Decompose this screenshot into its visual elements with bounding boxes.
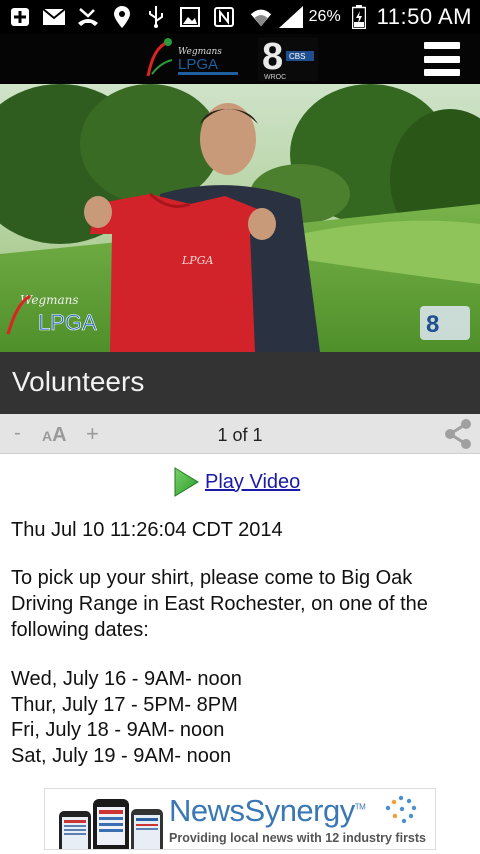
- svg-text:8: 8: [262, 37, 283, 78]
- wifi-icon: [249, 5, 273, 29]
- svg-text:WROC: WROC: [264, 74, 286, 81]
- clock: 11:50 AM: [376, 4, 472, 29]
- svg-text:LPGA: LPGA: [38, 310, 97, 335]
- status-bar: 26% 11:50 AM: [0, 0, 480, 34]
- hamburger-menu-icon[interactable]: [424, 42, 460, 76]
- share-icon[interactable]: [442, 418, 474, 450]
- schedule-item: Sat, July 19 - 9AM- noon: [11, 744, 232, 767]
- phones-image: [57, 795, 167, 849]
- nfc-icon: [212, 5, 236, 29]
- article-title: Volunteers: [12, 366, 145, 397]
- article-toolbar: - AA + 1 of 1: [0, 414, 480, 454]
- ad-brand-name: NewsSynergy: [169, 793, 355, 828]
- video-thumbnail[interactable]: LPGA Wegmans LPGA 8: [0, 84, 480, 352]
- app-header: Wegmans LPGA 8 CBS WROC: [0, 34, 480, 84]
- svg-text:LPGA: LPGA: [181, 254, 213, 267]
- page-indicator: 1 of 1: [217, 425, 263, 445]
- notification-icons: [8, 4, 236, 30]
- article-body: To pick up your shirt, please come to Bi…: [11, 567, 428, 641]
- schedule-item: Thur, July 17 - 5PM- 8PM: [11, 693, 238, 716]
- mail-icon: [42, 5, 66, 29]
- menu-bar: [424, 69, 460, 76]
- article-date: Thu Jul 10 11:26:04 CDT 2014: [11, 519, 283, 541]
- dots-logo-icon: [381, 794, 419, 828]
- location-icon: [110, 5, 134, 29]
- plus-icon: [8, 5, 32, 29]
- menu-bar: [424, 55, 460, 63]
- wroc-8-logo[interactable]: 8 CBS WROC: [258, 36, 318, 81]
- battery-icon: [347, 5, 371, 29]
- image-icon: [178, 5, 202, 29]
- signal-icon: [278, 5, 303, 29]
- ad-banner[interactable]: NewsSynergyTM Providing local news with …: [44, 788, 436, 850]
- svg-text:CBS: CBS: [289, 52, 305, 61]
- missed-call-icon: [76, 5, 100, 29]
- article-title-band: Volunteers: [0, 352, 480, 414]
- trademark-mark: TM: [354, 802, 366, 812]
- video-frame-image: LPGA Wegmans LPGA 8: [0, 84, 480, 352]
- svg-text:8: 8: [426, 311, 439, 338]
- status-indicators: 26% 11:50 AM: [249, 2, 472, 32]
- schedule-list: Wed, July 16 - 9AM- noon Thur, July 17 -…: [11, 667, 242, 769]
- svg-text:LPGA: LPGA: [178, 56, 218, 73]
- usb-icon: [144, 5, 168, 29]
- menu-bar: [424, 42, 460, 49]
- play-video-row[interactable]: Play Video: [173, 465, 300, 499]
- ad-brand: NewsSynergyTM: [169, 793, 366, 829]
- lpga-logo[interactable]: Wegmans LPGA: [138, 36, 248, 82]
- play-icon[interactable]: [173, 467, 199, 497]
- play-video-link[interactable]: Play Video: [205, 471, 300, 494]
- schedule-item: Wed, July 16 - 9AM- noon: [11, 668, 242, 690]
- schedule-item: Fri, July 18 - 9AM- noon: [11, 719, 225, 741]
- ad-tagline: Providing local news with 12 industry fi…: [169, 831, 427, 845]
- battery-percent: 26%: [308, 8, 341, 25]
